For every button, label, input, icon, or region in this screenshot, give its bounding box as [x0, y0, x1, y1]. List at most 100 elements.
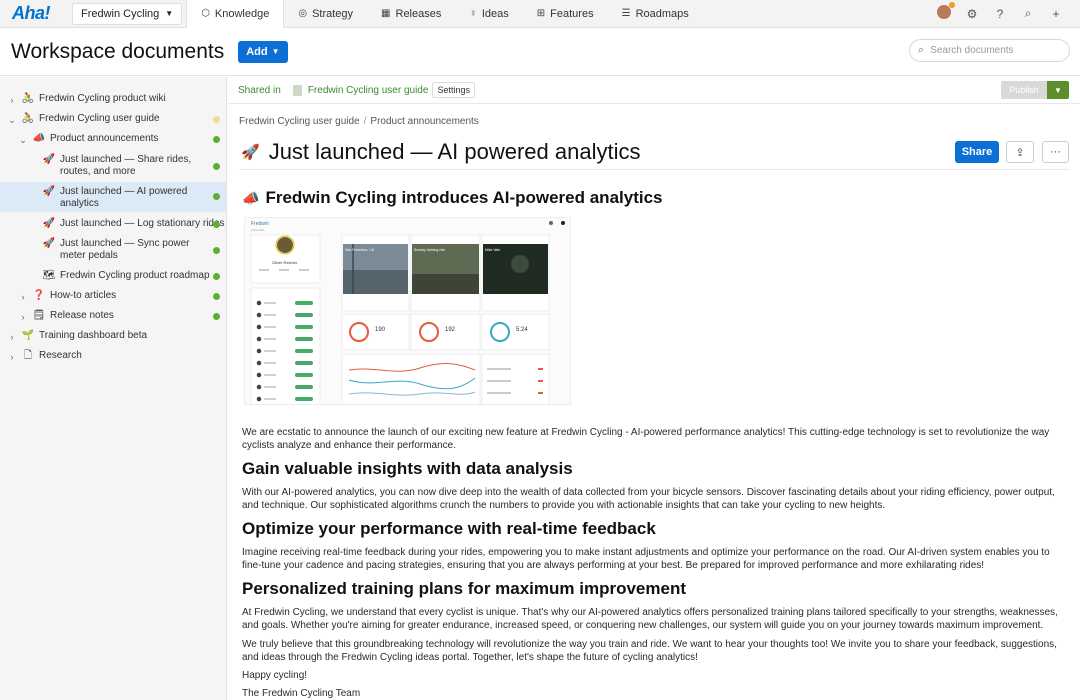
embedded-brand: Fredwin [251, 221, 269, 227]
sidebar-item-how-to[interactable]: › ❓ How-to articles [0, 290, 226, 304]
tab-releases[interactable]: ▦ Releases [367, 0, 455, 28]
tab-label: Ideas [481, 7, 509, 20]
document-title[interactable]: 🚀 Just launched — AI powered analytics [241, 139, 640, 165]
section-heading-training: Personalized training plans for maximum … [242, 579, 686, 598]
search-input[interactable]: ⌕ Search documents [909, 39, 1070, 62]
shared-in-label: Shared in [238, 84, 281, 96]
chevron-down-icon[interactable]: ⌄ [18, 134, 28, 146]
sidebar-item-label: Just launched — AI powered analytics [60, 186, 188, 209]
status-dot [213, 273, 220, 280]
shared-doc-link[interactable]: Fredwin Cycling user guide [292, 84, 429, 96]
megaphone-icon: 📣 [242, 189, 260, 206]
chevron-right-icon[interactable]: › [7, 331, 17, 343]
sidebar: › 🚴 Fredwin Cycling product wiki ⌄ 🚴 Fre… [0, 77, 227, 700]
embedded-card-place: Mike Vale [485, 248, 500, 252]
add-label: Add [246, 45, 268, 58]
sidebar-item-sync-pedals[interactable]: 🚀 Just launched — Sync power meter pedal… [0, 238, 226, 264]
status-dot [213, 221, 220, 228]
tab-label: Knowledge [214, 7, 270, 20]
settings-gear-icon[interactable]: ⚙ [958, 7, 986, 21]
embedded-card-value: 190 [375, 327, 386, 333]
settings-button[interactable]: Settings [432, 82, 475, 98]
sidebar-item-log-stationary[interactable]: 🚀 Just launched — Log stationary rides [0, 218, 226, 232]
tab-label: Strategy [312, 7, 354, 20]
tab-roadmaps[interactable]: ☰ Roadmaps [608, 0, 703, 28]
document-subheader: Shared in Fredwin Cycling user guide Set… [228, 77, 1080, 104]
add-button[interactable]: Add ▼ [238, 40, 288, 63]
document-subtitle: 📣 Fredwin Cycling introduces AI-powered … [242, 188, 663, 208]
sidebar-item-label: Just launched — Share rides, routes, and… [60, 154, 192, 177]
sidebar-item-training-dashboard[interactable]: › 🌱 Training dashboard beta [0, 330, 226, 344]
sidebar-item-user-guide[interactable]: ⌄ 🚴 Fredwin Cycling user guide [0, 113, 226, 127]
aha-logo[interactable]: Aha! [0, 3, 62, 24]
chevron-right-icon[interactable]: › [18, 311, 28, 323]
share-button[interactable]: Share [955, 141, 999, 163]
training-paragraph: At Fredwin Cycling, we understand that e… [242, 607, 1058, 631]
document-body: Fredwin Cycling user guide / Product annou… [228, 105, 1080, 700]
sprout-icon: 🌱 [21, 330, 35, 341]
breadcrumb-item[interactable]: Product announcements [370, 116, 478, 127]
embedded-card-place: San Francisco, CA [345, 248, 375, 252]
notepad-icon: 🗒 [32, 310, 46, 321]
status-dot [213, 293, 220, 300]
sidebar-item-label: Release notes [50, 310, 114, 321]
help-icon[interactable]: ? [986, 7, 1014, 21]
sidebar-item-product-roadmap[interactable]: 🗺 Fredwin Cycling product roadmap [0, 270, 226, 284]
publish-button[interactable]: Publish [1001, 81, 1047, 99]
sidebar-item-label: Product announcements [50, 133, 159, 144]
publish-dropdown-caret-icon[interactable]: ▼ [1047, 81, 1069, 99]
sidebar-item-release-notes[interactable]: › 🗒 Release notes [0, 310, 226, 324]
tab-ideas[interactable]: ♀ Ideas [455, 0, 522, 28]
search-icon: ⌕ [918, 44, 925, 56]
embedded-card-place: Sunday training ride [414, 248, 445, 252]
embedded-brand-sub: CYCLING [251, 228, 265, 232]
features-icon: ⊞ [536, 8, 546, 19]
signoff-text: Happy cycling! [242, 670, 308, 681]
tab-strategy[interactable]: ◎ Strategy [284, 0, 367, 28]
search-placeholder: Search documents [930, 45, 1014, 56]
roadmaps-icon: ☰ [621, 8, 631, 19]
chevron-right-icon[interactable]: › [7, 351, 17, 363]
tab-label: Releases [395, 7, 442, 20]
section-heading-feedback: Optimize your performance with real-time… [242, 519, 656, 538]
breadcrumb-item[interactable]: Fredwin Cycling user guide [239, 116, 360, 127]
tab-knowledge[interactable]: ⬡ Knowledge [186, 0, 285, 28]
feedback-paragraph: Imagine receiving real-time feedback dur… [242, 547, 1050, 571]
cyclist-icon: 🚴 [21, 93, 35, 104]
embedded-app-screenshot[interactable]: Fredwin CYCLING Oliver Reicher San Franc… [244, 217, 571, 405]
shared-doc-name: Fredwin Cycling user guide [307, 84, 429, 96]
caret-down-icon: ▼ [271, 47, 280, 56]
search-icon[interactable]: ⌕ [1014, 6, 1042, 21]
sidebar-item-share-rides[interactable]: 🚀 Just launched — Share rides, routes, a… [0, 154, 226, 180]
sidebar-item-research[interactable]: › 🗋 Research [0, 350, 226, 364]
status-dot [213, 313, 220, 320]
status-dot [213, 163, 220, 170]
releases-icon: ▦ [381, 8, 391, 19]
workspace-selector[interactable]: Fredwin Cycling ▼ [72, 2, 183, 25]
insights-paragraph: With our AI-powered analytics, you can n… [242, 487, 1055, 511]
tab-features[interactable]: ⊞ Features [523, 0, 608, 28]
divider [239, 169, 1069, 170]
sidebar-item-product-wiki[interactable]: › 🚴 Fredwin Cycling product wiki [0, 93, 226, 107]
more-options-icon[interactable]: ··· [1042, 141, 1069, 163]
intro-paragraph: We are ecstatic to announce the launch o… [242, 427, 1050, 451]
rocket-icon: 🚀 [42, 238, 56, 249]
sidebar-item-label: Just launched — Log stationary rides [60, 218, 225, 229]
chevron-right-icon[interactable]: › [7, 94, 17, 106]
user-avatar-button[interactable] [930, 2, 958, 22]
section-heading-insights: Gain valuable insights with data analysi… [242, 459, 573, 478]
rocket-icon: 🚀 [241, 144, 260, 161]
export-icon[interactable]: ⇪ [1006, 141, 1034, 163]
sidebar-item-ai-analytics[interactable]: 🚀 Just launched — AI powered analytics [0, 182, 226, 212]
breadcrumb-separator: / [363, 116, 367, 127]
top-nav: Aha! Fredwin Cycling ▼ ⬡ Knowledge ◎ Str… [0, 0, 1080, 28]
sidebar-item-label: How-to articles [50, 290, 117, 301]
sidebar-item-product-announcements[interactable]: ⌄ 📣 Product announcements [0, 133, 226, 147]
tab-label: Roadmaps [635, 7, 689, 20]
document-icon: 🗋 [23, 350, 33, 361]
rocket-icon: 🚀 [42, 154, 56, 165]
publish-control: Publish ▼ [1001, 81, 1069, 99]
chevron-down-icon[interactable]: ⌄ [7, 114, 17, 126]
chevron-right-icon[interactable]: › [18, 291, 28, 303]
plus-icon[interactable]: + [1042, 7, 1070, 21]
